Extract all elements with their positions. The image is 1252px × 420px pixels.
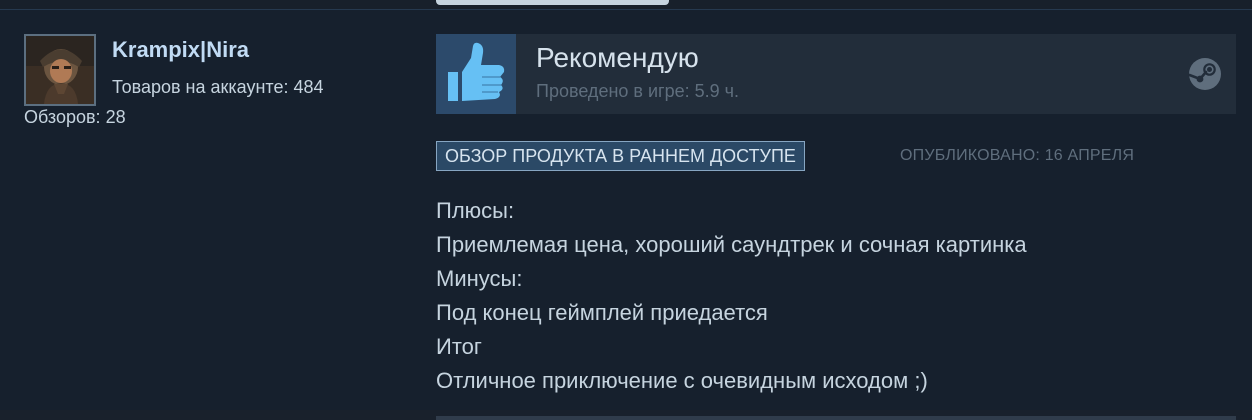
thumbs-up-icon	[436, 34, 516, 114]
published-date: ОПУБЛИКОВАНО: 16 АПРЕЛЯ	[900, 147, 1135, 164]
review-line: Под конец геймплей приедается	[436, 300, 768, 325]
review-divider	[436, 416, 1236, 420]
review-line: Плюсы:	[436, 198, 515, 223]
review-line: Приемлемая цена, хороший саундтрек и соч…	[436, 232, 1027, 257]
avatar[interactable]	[24, 34, 96, 106]
playtime: Проведено в игре: 5.9 ч.	[536, 81, 740, 101]
top-tab-edge	[436, 0, 669, 5]
products-count[interactable]: Товаров на аккаунте: 484	[112, 77, 324, 98]
username-link[interactable]: Krampix|Nira	[112, 37, 249, 63]
review-line: Минусы:	[436, 266, 523, 291]
verdict-header[interactable]: Рекомендую Проведено в игре: 5.9 ч.	[436, 34, 1236, 114]
steam-icon	[1188, 57, 1222, 91]
review-body: Плюсы: Приемлемая цена, хороший саундтре…	[436, 194, 1216, 398]
verdict-title: Рекомендую	[536, 42, 699, 73]
review-line: Отличное приключение с очевидным исходом…	[436, 368, 928, 393]
review-line: Итог	[436, 334, 482, 359]
review-card: Krampix|Nira Товаров на аккаунте: 484 Об…	[0, 10, 1252, 420]
early-access-badge[interactable]: ОБЗОР ПРОДУКТА В РАННЕМ ДОСТУПЕ	[436, 141, 805, 171]
reviews-count[interactable]: Обзоров: 28	[24, 107, 126, 128]
